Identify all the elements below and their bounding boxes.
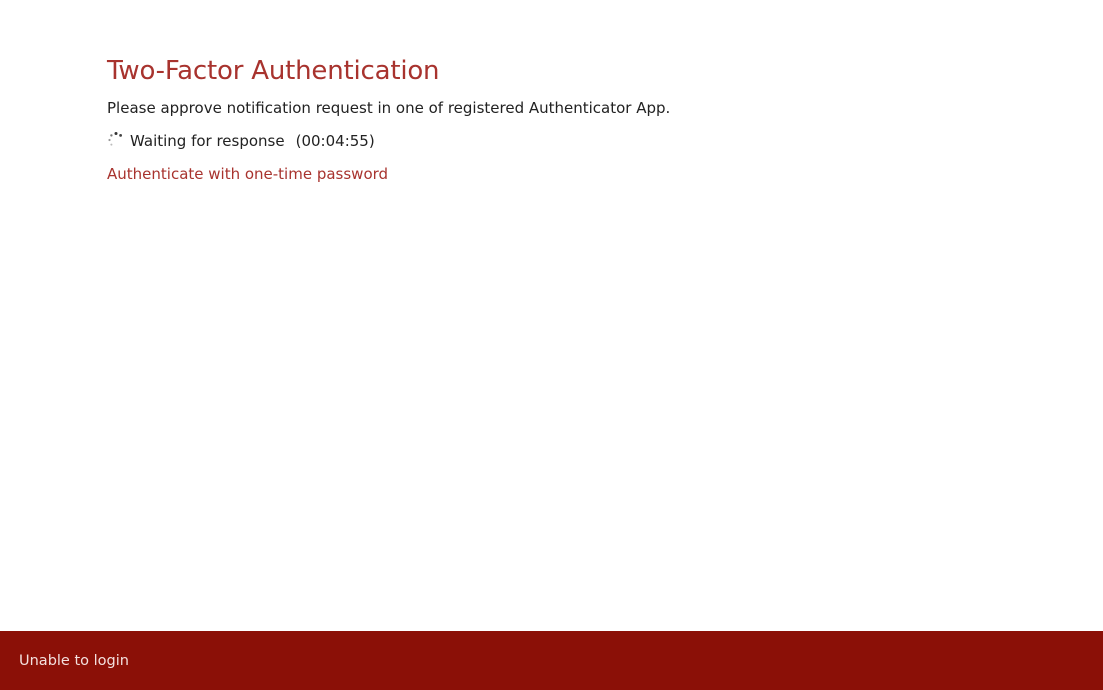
instruction-text: Please approve notification request in o… <box>107 99 671 117</box>
two-factor-page: Two-Factor Authentication Please approve… <box>0 0 1103 690</box>
authenticate-otp-link[interactable]: Authenticate with one-time password <box>107 164 388 184</box>
page-title: Two-Factor Authentication <box>107 56 440 86</box>
auth-panel: Two-Factor Authentication Please approve… <box>107 52 670 184</box>
footer-bar: Unable to login <box>0 631 1103 690</box>
unable-to-login-link[interactable]: Unable to login <box>19 653 129 669</box>
loading-spinner-icon <box>108 132 122 146</box>
countdown-timer: (00:04:55) <box>295 132 375 150</box>
waiting-text: Waiting for response <box>130 132 285 150</box>
waiting-status: Waiting for response (00:04:55) <box>107 131 670 151</box>
